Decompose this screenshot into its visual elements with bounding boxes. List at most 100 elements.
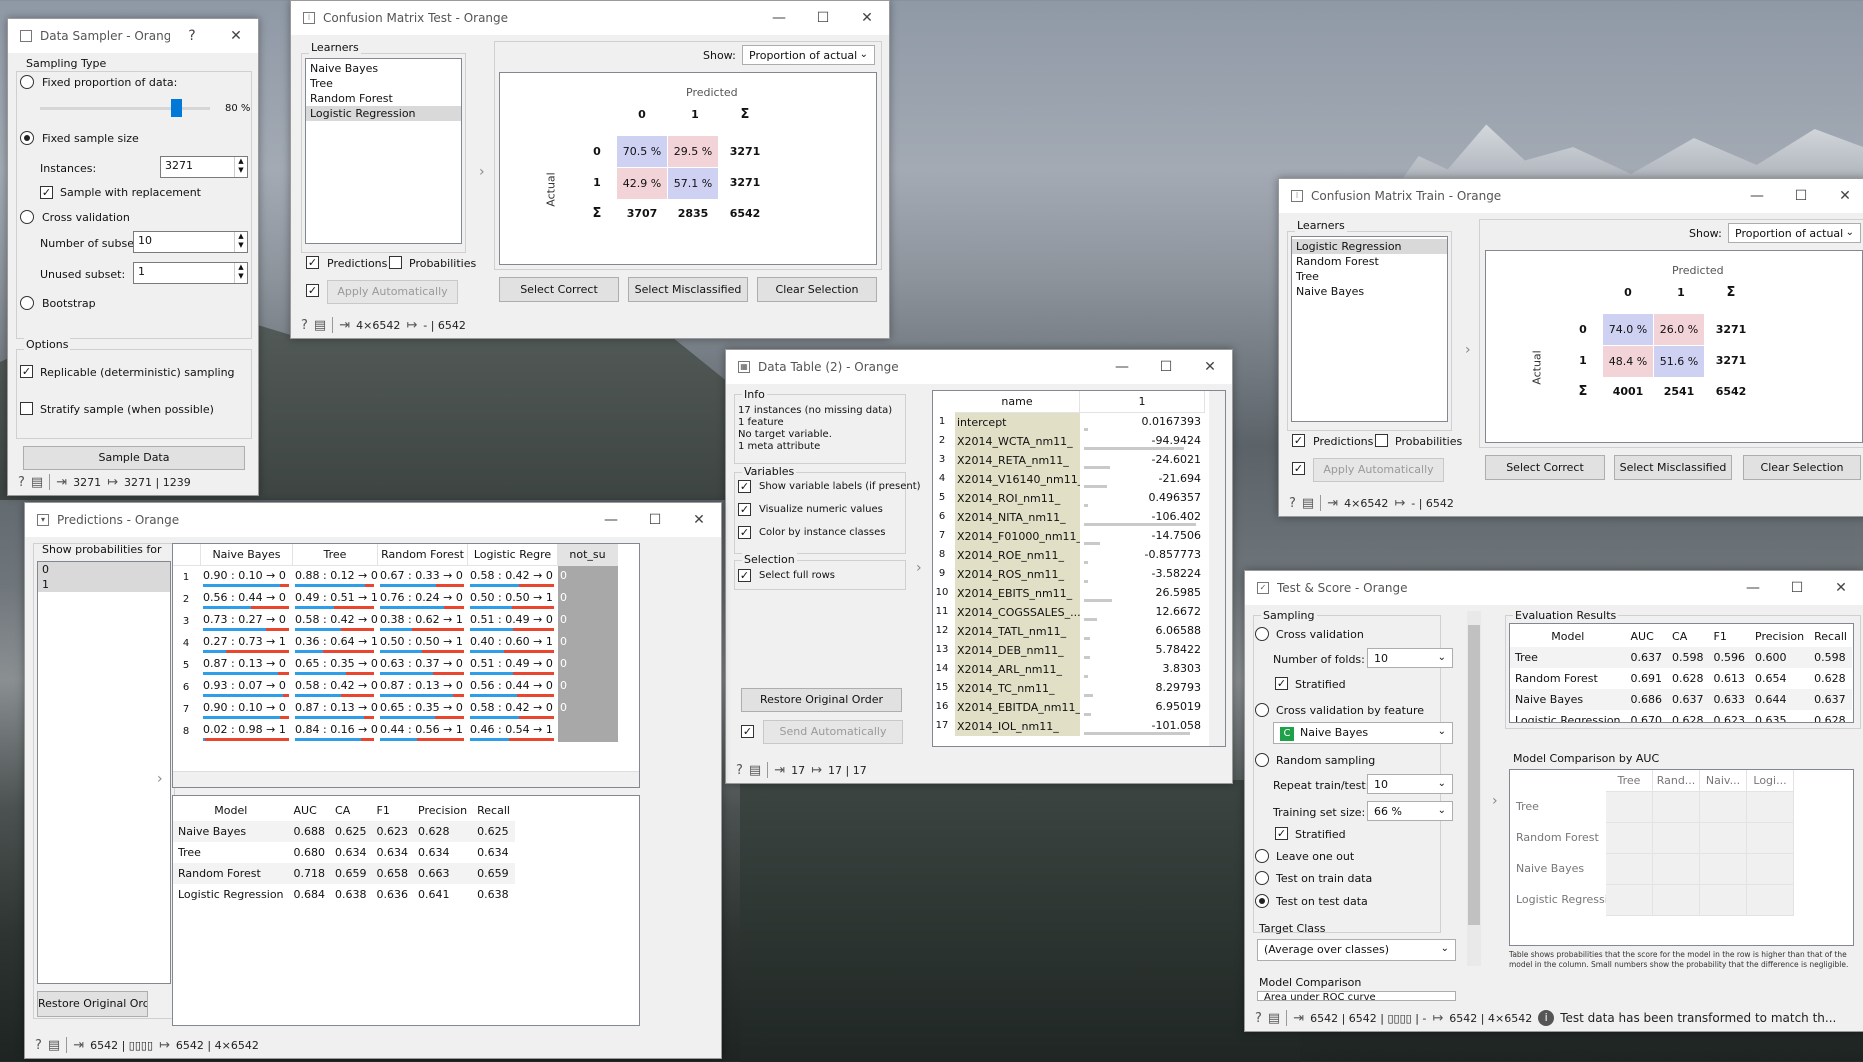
visualize-checkbox[interactable]: ✓ [738,503,751,516]
prediction-cell[interactable]: 0.58 : 0.42 → 0 [293,676,378,698]
chevron-right-icon[interactable]: › [479,164,485,180]
maximize-icon[interactable]: ☐ [633,512,677,528]
table-cell-name[interactable]: X2014_ARL_nm11_ [955,660,1080,679]
table-cell-name[interactable]: intercept [955,413,1080,432]
probabilities-checkbox[interactable] [389,256,402,269]
select-misclassified-button[interactable]: Select Misclassified [628,277,748,302]
prediction-cell[interactable]: 0.58 : 0.42 → 0 [468,698,558,720]
select-correct-button[interactable]: Select Correct [1485,455,1605,480]
prediction-cell[interactable]: 0.38 : 0.62 → 1 [378,610,468,632]
matrix-cell[interactable]: 57.1 % [668,168,718,199]
send-auto-checkbox[interactable]: ✓ [741,725,754,738]
show-labels-checkbox[interactable]: ✓ [738,480,751,493]
color-checkbox[interactable]: ✓ [738,526,751,539]
predictions-table[interactable]: Naive Bayes Tree Random Forest Logistic Reg… [172,543,640,788]
unused-spinbox[interactable]: 1 ▲ ▼ [133,262,248,284]
table-cell-name[interactable]: X2014_TATL_nm11_ [955,622,1080,641]
maximize-icon[interactable]: ☐ [1779,188,1823,204]
score-header[interactable]: Precision [1750,626,1809,647]
help-icon[interactable]: ? [35,1038,42,1053]
score-row[interactable]: Random Forest 0.718 0.659 0.658 0.663 0.659 [173,863,515,884]
prediction-cell[interactable]: 0.58 : 0.42 → 0 [468,566,558,588]
train-data-radio[interactable] [1255,871,1269,885]
prediction-cell[interactable]: 0.02 : 0.98 → 1 [201,720,293,742]
table-cell-name[interactable]: X2014_EBITS_nm11_ [955,584,1080,603]
learner-item[interactable]: Tree [306,76,461,91]
table-cell-name[interactable]: X2014_IOL_nm11_ [955,717,1080,736]
score-header[interactable]: Recall [472,800,515,821]
close-icon[interactable]: ✕ [845,10,889,26]
target-class-combo[interactable]: (Average over classes) ⌄ [1257,939,1456,961]
help-icon[interactable]: ? [1289,496,1296,511]
maximize-icon[interactable]: ☐ [801,10,845,26]
report-icon[interactable]: ▤ [1302,496,1314,511]
restore-order-button[interactable]: Restore Original Order [37,991,148,1017]
prediction-cell[interactable]: 0 [558,632,618,654]
random-sampling-radio[interactable] [1255,753,1269,767]
table-cell-value[interactable]: 0.496357 [1080,489,1205,508]
report-icon[interactable]: ▤ [749,763,761,778]
prediction-cell[interactable]: 0.51 : 0.49 → 0 [468,610,558,632]
minimize-icon[interactable]: — [1731,580,1775,596]
prediction-cell[interactable]: 0 [558,676,618,698]
chevron-right-icon[interactable]: › [157,771,163,787]
prediction-cell[interactable]: 0.87 : 0.13 → 0 [201,654,293,676]
table-cell-name[interactable]: X2014_F01000_nm11_ [955,527,1080,546]
stratified-checkbox[interactable]: ✓ [1275,677,1288,690]
score-row[interactable]: Tree 0.680 0.634 0.634 0.634 0.634 [173,842,515,863]
slider-handle[interactable] [171,99,182,117]
cross-validation-radio[interactable] [1255,627,1269,641]
score-row[interactable]: Logistic Regression 0.684 0.638 0.636 0.641 0… [173,884,515,905]
table-cell-name[interactable]: X2014_WCTA_nm11_ [955,432,1080,451]
column-header[interactable]: Tree [293,544,378,566]
close-icon[interactable]: ✕ [1823,188,1863,204]
table-cell-value[interactable]: 3.8303 [1080,660,1205,679]
model-comparison-combo[interactable]: Area under ROC curve [1257,991,1456,1001]
table-cell-name[interactable]: X2014_ROI_nm11_ [955,489,1080,508]
table-cell-value[interactable]: 5.78422 [1080,641,1205,660]
score-row[interactable]: Logistic Regression 0.670 0.628 0.623 0.635 0… [1510,710,1852,722]
apply-button[interactable]: Apply Automatically [1313,458,1444,482]
leave-one-out-radio[interactable] [1255,849,1269,863]
score-header[interactable]: AUC [289,800,331,821]
score-header[interactable]: Model [173,800,289,821]
auto-apply-checkbox[interactable]: ✓ [1292,462,1305,475]
prediction-cell[interactable]: 0.56 : 0.44 → 0 [201,588,293,610]
prediction-cell[interactable]: 0.56 : 0.44 → 0 [468,676,558,698]
chevron-right-icon[interactable]: › [916,560,922,576]
cross-validation-radio[interactable] [20,210,34,224]
report-icon[interactable]: ▤ [31,475,43,490]
select-full-checkbox[interactable]: ✓ [738,569,751,582]
send-button[interactable]: Send Automatically [763,720,903,744]
prediction-cell[interactable]: 0.50 : 0.50 → 1 [468,588,558,610]
learner-item[interactable]: Logistic Regression [1292,239,1447,254]
prediction-cell[interactable]: 0.27 : 0.73 → 1 [201,632,293,654]
score-header[interactable]: CA [330,800,372,821]
help-icon[interactable]: ? [301,318,308,333]
matrix-cell[interactable]: 48.4 % [1603,346,1653,377]
prediction-cell[interactable]: 0.88 : 0.12 → 0 [293,566,378,588]
close-icon[interactable]: ✕ [1188,359,1232,375]
learners-list[interactable]: Naive Bayes Tree Random Forest Logistic Reg… [305,58,462,244]
table-cell-value[interactable]: 0.0167393 [1080,413,1205,432]
matrix-cell[interactable]: 70.5 % [617,136,667,167]
prediction-cell[interactable]: 0.65 : 0.35 → 0 [378,698,468,720]
minimize-icon[interactable]: — [589,512,633,528]
close-icon[interactable]: ✕ [214,28,258,44]
predictions-checkbox[interactable]: ✓ [306,256,319,269]
matrix-cell[interactable]: 29.5 % [668,136,718,167]
prediction-cell[interactable]: 0.76 : 0.24 → 0 [378,588,468,610]
data-table[interactable]: name 1 1 intercept 0.0167393 2 X2014_WCTA_nm… [932,390,1226,747]
prediction-cell[interactable]: 0.36 : 0.64 → 1 [293,632,378,654]
clear-selection-button[interactable]: Clear Selection [1743,455,1861,480]
repeat-combo[interactable]: 10 ⌄ [1367,774,1453,794]
feature-combo[interactable]: C Naive Bayes ⌄ [1273,722,1453,744]
classes-list[interactable]: 01 [37,561,171,984]
column-header[interactable]: not_su [558,544,618,566]
predictions-checkbox[interactable]: ✓ [1292,434,1305,447]
table-cell-name[interactable]: X2014_V16140_nm11_ [955,470,1080,489]
column-header-value[interactable]: 1 [1080,391,1205,413]
prediction-cell[interactable]: 0.84 : 0.16 → 0 [293,720,378,742]
table-cell-value[interactable]: 12.6672 [1080,603,1205,622]
stratified-checkbox-2[interactable]: ✓ [1275,827,1288,840]
